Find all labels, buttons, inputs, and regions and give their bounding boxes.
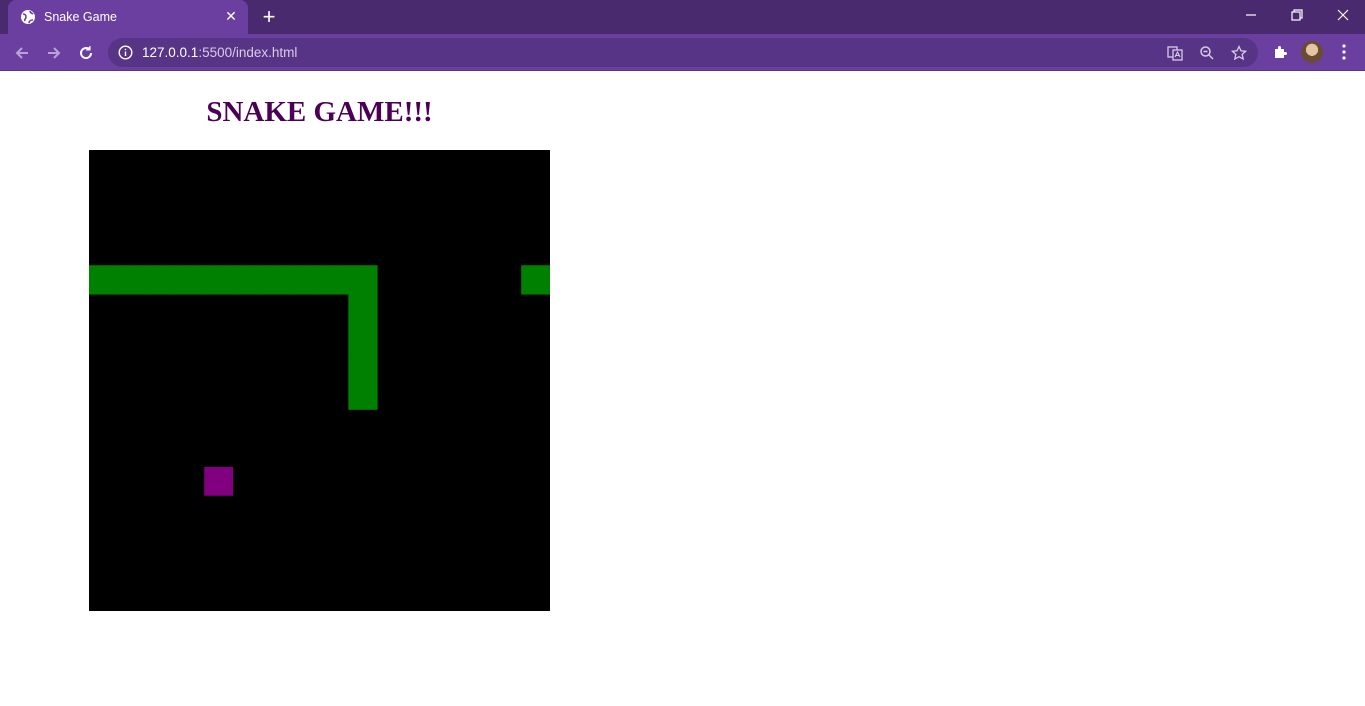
snake-segment (204, 265, 234, 295)
browser-titlebar: Snake Game ✕ + (0, 0, 1365, 34)
game-canvas (89, 265, 550, 496)
snake-segment (146, 265, 176, 295)
restore-icon[interactable] (1274, 0, 1320, 30)
tab-title: Snake Game (44, 10, 117, 24)
snake-segment (348, 322, 378, 353)
snake-segment (348, 351, 378, 381)
address-bar[interactable]: 127.0.0.1:5500/index.html (108, 38, 1258, 67)
new-tab-button[interactable]: + (258, 6, 280, 28)
globe-icon (20, 9, 36, 25)
game-board[interactable] (89, 150, 550, 611)
minimize-icon[interactable] (1228, 0, 1274, 30)
page-title: SNAKE GAME!!! (206, 96, 433, 128)
snake-segment (233, 265, 263, 295)
zoom-icon[interactable] (1198, 44, 1216, 62)
snake-segment (348, 294, 378, 324)
snake-segment (290, 265, 320, 295)
browser-tab[interactable]: Snake Game ✕ (8, 0, 248, 34)
url-path: :5500/index.html (198, 45, 298, 60)
profile-avatar[interactable] (1301, 41, 1323, 63)
snake-segment (348, 265, 378, 295)
snake-segment (319, 265, 349, 295)
snake-segment (348, 380, 378, 410)
snake-segment (261, 265, 292, 295)
snake-segment (89, 265, 119, 295)
info-icon[interactable] (118, 45, 133, 60)
browser-toolbar: 127.0.0.1:5500/index.html (0, 34, 1365, 71)
bookmark-star-icon[interactable] (1230, 44, 1248, 62)
window-close-icon[interactable] (1320, 0, 1365, 30)
menu-kebab-icon[interactable] (1334, 42, 1354, 62)
url-host: 127.0.0.1 (142, 45, 199, 60)
reload-icon[interactable] (73, 40, 99, 66)
extensions-puzzle-icon[interactable] (1270, 42, 1290, 62)
snake-segment (521, 265, 550, 295)
translate-icon[interactable] (1166, 44, 1184, 62)
back-arrow-icon[interactable] (9, 40, 35, 66)
tab-close-icon[interactable]: ✕ (224, 8, 238, 24)
url-text[interactable]: 127.0.0.1:5500/index.html (142, 45, 297, 60)
snake-segment (175, 265, 205, 295)
food-pellet (204, 466, 234, 496)
forward-arrow-icon[interactable] (41, 40, 67, 66)
snake-segment (117, 265, 148, 295)
